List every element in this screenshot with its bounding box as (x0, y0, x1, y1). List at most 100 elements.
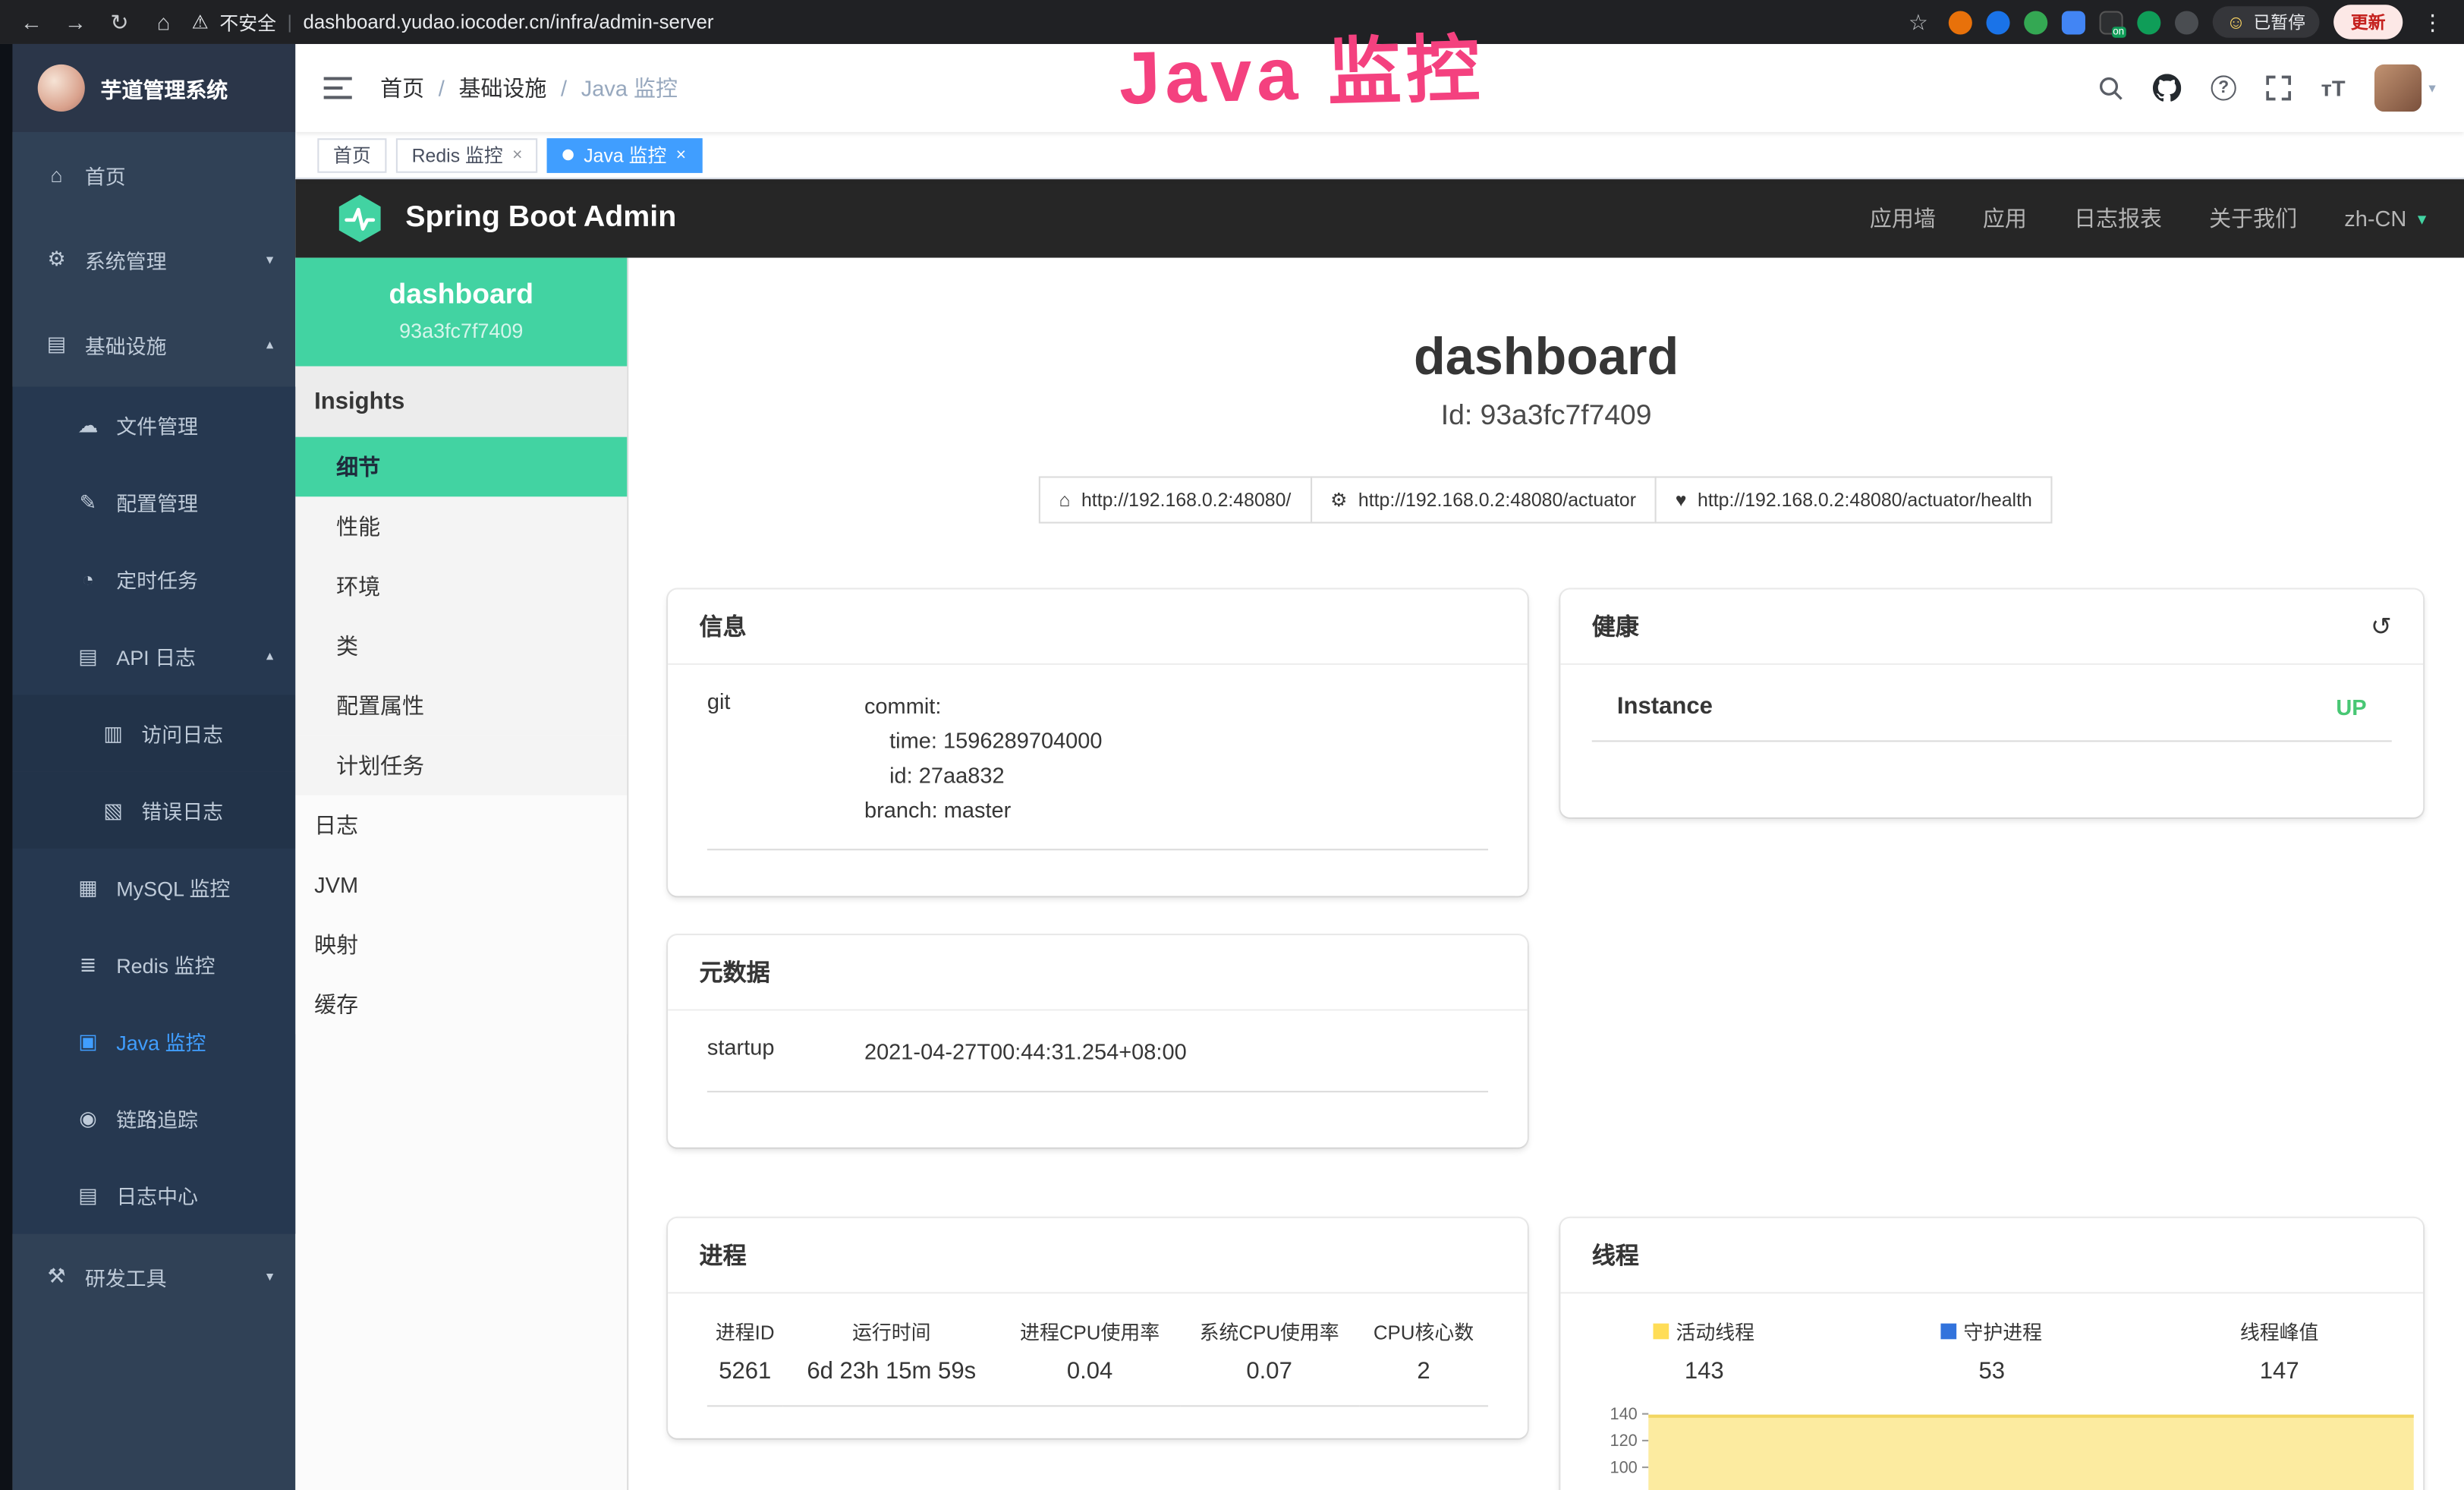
nav-applications[interactable]: 应用 (1983, 203, 2027, 234)
extension-icon[interactable] (1948, 10, 1972, 33)
sidebar-item-home[interactable]: ⌂ 首页 (13, 132, 296, 217)
warning-icon: ⚠ (192, 11, 209, 33)
extension-icon[interactable] (2137, 10, 2160, 33)
tab-java-monitor[interactable]: Java 监控 × (548, 137, 702, 172)
paused-extension-badge[interactable]: ☺ 已暂停 (2212, 6, 2319, 37)
sidebar-item-access-log[interactable]: ▥ 访问日志 (13, 695, 296, 771)
legend-blue-swatch (1941, 1323, 1957, 1339)
browser-menu-icon[interactable]: ⋮ (2417, 8, 2448, 35)
font-size-icon[interactable]: тT (2321, 75, 2346, 100)
sba-nav-links: 应用墙 应用 日志报表 关于我们 zh-CN ▾ (1870, 203, 2426, 234)
clock-icon: ◔ (75, 568, 100, 591)
sidebar-item-system-management[interactable]: ⚙ 系统管理 ▾ (13, 217, 296, 302)
sidebar-item-devtools[interactable]: ⚒ 研发工具 ▾ (13, 1234, 296, 1319)
hamburger-icon[interactable] (324, 77, 352, 99)
nav-journal[interactable]: 日志报表 (2074, 203, 2162, 234)
breadcrumb-home[interactable]: 首页 (380, 72, 424, 103)
extension-icon[interactable] (2024, 10, 2047, 33)
sidebar-item-label: 定时任务 (116, 564, 198, 594)
history-icon[interactable]: ↺ (2371, 611, 2392, 642)
instance-actuator-link[interactable]: ⚙ http://192.168.0.2:48080/actuator (1310, 476, 1657, 523)
sidebar-item-label: API 日志 (116, 641, 196, 671)
sba-item-mappings[interactable]: 映射 (295, 915, 627, 975)
sba-item-classes[interactable]: 类 (295, 616, 627, 676)
reload-icon[interactable]: ↻ (104, 8, 135, 35)
github-icon[interactable] (2153, 74, 2181, 102)
forward-icon[interactable]: → (60, 9, 91, 34)
sidebar-item-label: 文件管理 (116, 410, 198, 439)
sba-item-logs[interactable]: 日志 (295, 795, 627, 855)
instance-home-link[interactable]: ⌂ http://192.168.0.2:48080/ (1039, 476, 1312, 523)
chevron-down-icon: ▾ (266, 250, 273, 268)
chevron-down-icon: ▾ (266, 1268, 273, 1285)
sidebar-item-mysql-monitor[interactable]: ▦ MySQL 监控 (13, 849, 296, 925)
legend-label: 活动线程 (1676, 1315, 1754, 1345)
sidebar-item-file-management[interactable]: ☁ 文件管理 (13, 386, 296, 463)
extension-icon[interactable] (2174, 10, 2198, 33)
sba-brand[interactable]: Spring Boot Admin (333, 192, 676, 245)
app-title: 芋道管理系统 (101, 72, 228, 103)
back-icon[interactable]: ← (16, 9, 47, 34)
sba-item-environment[interactable]: 环境 (295, 556, 627, 616)
address-bar[interactable]: ⚠ 不安全 | dashboard.yudao.iocoder.cn/infra… (192, 8, 714, 35)
bookmark-star-icon[interactable]: ☆ (1902, 8, 1934, 35)
fullscreen-icon[interactable] (2266, 75, 2291, 100)
url-text[interactable]: dashboard.yudao.iocoder.cn/infra/admin-s… (303, 11, 713, 33)
tab-home[interactable]: 首页 (317, 137, 386, 172)
search-icon[interactable] (2098, 75, 2123, 100)
tabs-bar: 首页 Redis 监控 × Java 监控 × (295, 132, 2464, 179)
breadcrumb-infrastructure[interactable]: 基础设施 (458, 72, 546, 103)
legend-label: 线程峰值 (2240, 1315, 2319, 1345)
sidebar-item-scheduled-jobs[interactable]: ◔ 定时任务 (13, 540, 296, 617)
chrome-update-button[interactable]: 更新 (2333, 5, 2403, 39)
sidebar-item-label: MySQL 监控 (116, 872, 230, 902)
sidebar-item-config-management[interactable]: ✎ 配置管理 (13, 464, 296, 540)
legend-peak-threads: 线程峰值 147 (2135, 1315, 2423, 1384)
logo-avatar (38, 65, 85, 112)
sidebar-item-java-monitor[interactable]: ▣ Java 监控 (13, 1003, 296, 1079)
sba-item-performance[interactable]: 性能 (295, 496, 627, 556)
sba-item-caches[interactable]: 缓存 (295, 975, 627, 1035)
close-icon[interactable]: × (512, 146, 522, 165)
question-glyph: ? (2211, 75, 2236, 100)
sba-brand-label: Spring Boot Admin (405, 201, 676, 236)
process-val-system-cpu: 0.07 (1179, 1358, 1359, 1406)
locale-selector[interactable]: zh-CN ▾ (2344, 206, 2426, 231)
instance-links: ⌂ http://192.168.0.2:48080/ ⚙ http://192… (628, 476, 2464, 523)
main-column: 首页 / 基础设施 / Java 监控 ? (295, 44, 2464, 1490)
health-card-title: 健康 (1592, 610, 1639, 642)
sidebar-item-tracing[interactable]: ◉ 链路追踪 (13, 1080, 296, 1157)
link-url: http://192.168.0.2:48080/actuator/health (1698, 489, 2032, 511)
home-icon[interactable]: ⌂ (148, 9, 179, 34)
extension-on-icon[interactable]: on (2099, 10, 2123, 33)
app-logo[interactable]: 芋道管理系统 (13, 44, 296, 132)
legend-daemon-threads: 守护进程 53 (1848, 1315, 2135, 1384)
sba-item-scheduled-tasks[interactable]: 计划任务 (295, 736, 627, 795)
sba-app-block[interactable]: dashboard 93a3fc7f7409 (295, 258, 627, 367)
sba-item-properties[interactable]: 配置属性 (295, 676, 627, 736)
nav-wallboard[interactable]: 应用墙 (1870, 203, 1936, 234)
tab-label: Java 监控 (584, 141, 666, 168)
sba-item-jvm[interactable]: JVM (295, 855, 627, 915)
instance-health-link[interactable]: ♥ http://192.168.0.2:48080/actuator/heal… (1655, 476, 2053, 523)
breadcrumb-separator: / (561, 75, 567, 100)
close-icon[interactable]: × (676, 146, 686, 165)
sba-body: dashboard 93a3fc7f7409 Insights 细节 性能 环境… (295, 258, 2464, 1490)
tab-redis-monitor[interactable]: Redis 监控 × (396, 137, 538, 172)
health-instance-row[interactable]: Instance UP (1592, 665, 2392, 742)
user-avatar[interactable]: ▾ (2375, 65, 2436, 112)
extension-icon[interactable] (2061, 10, 2085, 33)
sidebar-item-log-center[interactable]: ▤ 日志中心 (13, 1157, 296, 1233)
sidebar-item-error-log[interactable]: ▧ 错误日志 (13, 772, 296, 849)
help-icon[interactable]: ? (2211, 75, 2236, 100)
sidebar-item-redis-monitor[interactable]: ≣ Redis 监控 (13, 926, 296, 1003)
sidebar-item-infrastructure[interactable]: ▤ 基础设施 ▴ (13, 302, 296, 387)
sba-insights-header: Insights (295, 366, 627, 436)
extension-icon[interactable] (1986, 10, 2009, 33)
nav-about[interactable]: 关于我们 (2209, 203, 2297, 234)
sba-sidebar: dashboard 93a3fc7f7409 Insights 细节 性能 环境… (295, 258, 628, 1490)
sidebar-item-api-log[interactable]: ▤ API 日志 ▴ (13, 618, 296, 695)
breadcrumb-separator: / (439, 75, 445, 100)
metadata-card: 元数据 startup 2021-04-27T00:44:31.254+08:0… (668, 935, 1528, 1148)
sba-item-details[interactable]: 细节 (295, 437, 627, 497)
